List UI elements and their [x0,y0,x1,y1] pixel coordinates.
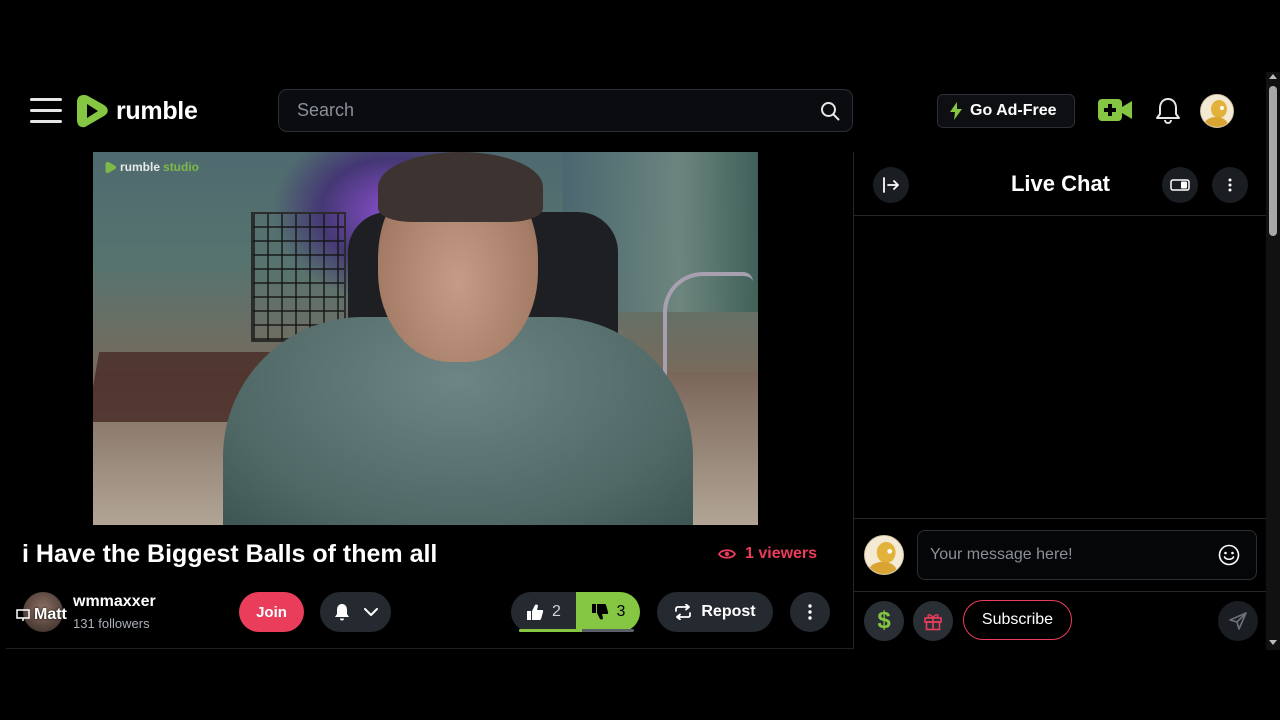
downvote-button[interactable]: 3 [576,592,640,632]
gift-icon [924,614,942,631]
notification-button[interactable] [320,592,391,632]
bell-icon[interactable] [1155,96,1181,124]
upload-icon[interactable] [1098,98,1132,122]
channel-followers: 131 followers [73,616,150,631]
avatar-image [865,536,903,574]
toggle-icon [1170,179,1190,191]
rumble-logo[interactable]: rumble [76,92,198,130]
logo-text: rumble [116,96,198,125]
lightning-icon [950,102,962,120]
vote-ratio-bar [519,629,634,632]
user-avatar[interactable] [1200,94,1234,128]
page: rumble Go Ad-Free [0,0,1280,720]
thumbs-up-icon [527,604,544,620]
video-player[interactable]: rumble studio [93,152,758,525]
channel-name[interactable]: wmmaxxer [73,593,156,611]
chat-user-avatar [864,535,904,575]
scroll-down-arrow[interactable] [1269,640,1277,645]
viewer-count-label: 1 viewers [745,545,818,562]
channel-overlay: Matt [16,606,67,624]
top-header: rumble Go Ad-Free [0,72,1266,150]
vote-group: 2 3 [511,592,640,632]
chat-title: Live Chat [1010,171,1111,196]
emoji-icon[interactable] [1218,544,1240,566]
more-vertical-icon [808,604,812,620]
watermark-logo-icon [105,161,117,173]
chat-messages-area[interactable] [854,217,1267,517]
menu-icon[interactable] [30,98,62,124]
go-ad-free-button[interactable]: Go Ad-Free [937,94,1075,128]
chat-input-box[interactable] [917,530,1257,580]
repost-button[interactable]: Repost [657,592,773,632]
chat-mode-toggle[interactable] [1162,167,1198,203]
join-button[interactable]: Join [239,592,304,632]
upvote-count: 2 [552,603,561,620]
chat-message-input[interactable] [930,531,1210,579]
search-input[interactable] [297,90,797,131]
rant-button[interactable]: $ [864,601,904,641]
gift-button[interactable] [913,601,953,641]
avatar-image [1201,95,1233,127]
search-icon[interactable] [820,101,840,121]
scroll-up-arrow[interactable] [1269,74,1277,79]
thumbs-down-icon [591,604,608,620]
divider [6,648,854,649]
downvote-count: 3 [616,603,626,620]
divider [854,591,1267,592]
monitor-icon [16,608,30,621]
rumble-play-icon [77,95,108,128]
vote-ratio-fill [519,629,583,632]
search-bar[interactable] [278,89,853,132]
chat-header: Live Chat [854,152,1267,216]
viewer-count: 1 viewers [718,545,817,563]
upvote-button[interactable]: 2 [511,592,576,632]
divider [854,518,1267,519]
dollar-icon: $ [877,607,891,634]
more-options-button[interactable] [790,592,830,632]
go-ad-free-label: Go Ad-Free [970,102,1057,119]
chat-more-button[interactable] [1212,167,1248,203]
send-button[interactable] [1218,601,1258,641]
send-icon [1229,612,1247,630]
live-chat-panel: Live Chat Your message here! $ Subscribe [853,152,1267,649]
chevron-down-icon [363,607,378,616]
repost-label: Repost [701,603,756,620]
bell-icon [334,604,349,621]
scroll-thumb[interactable] [1269,86,1277,236]
more-vertical-icon [1228,178,1232,192]
subscribe-button[interactable]: Subscribe [963,600,1072,640]
rumble-studio-watermark: rumble studio [105,160,199,174]
page-scrollbar[interactable] [1266,72,1280,650]
video-title: i Have the Biggest Balls of them all [22,540,438,568]
eye-icon [718,549,736,559]
repost-icon [675,604,692,620]
